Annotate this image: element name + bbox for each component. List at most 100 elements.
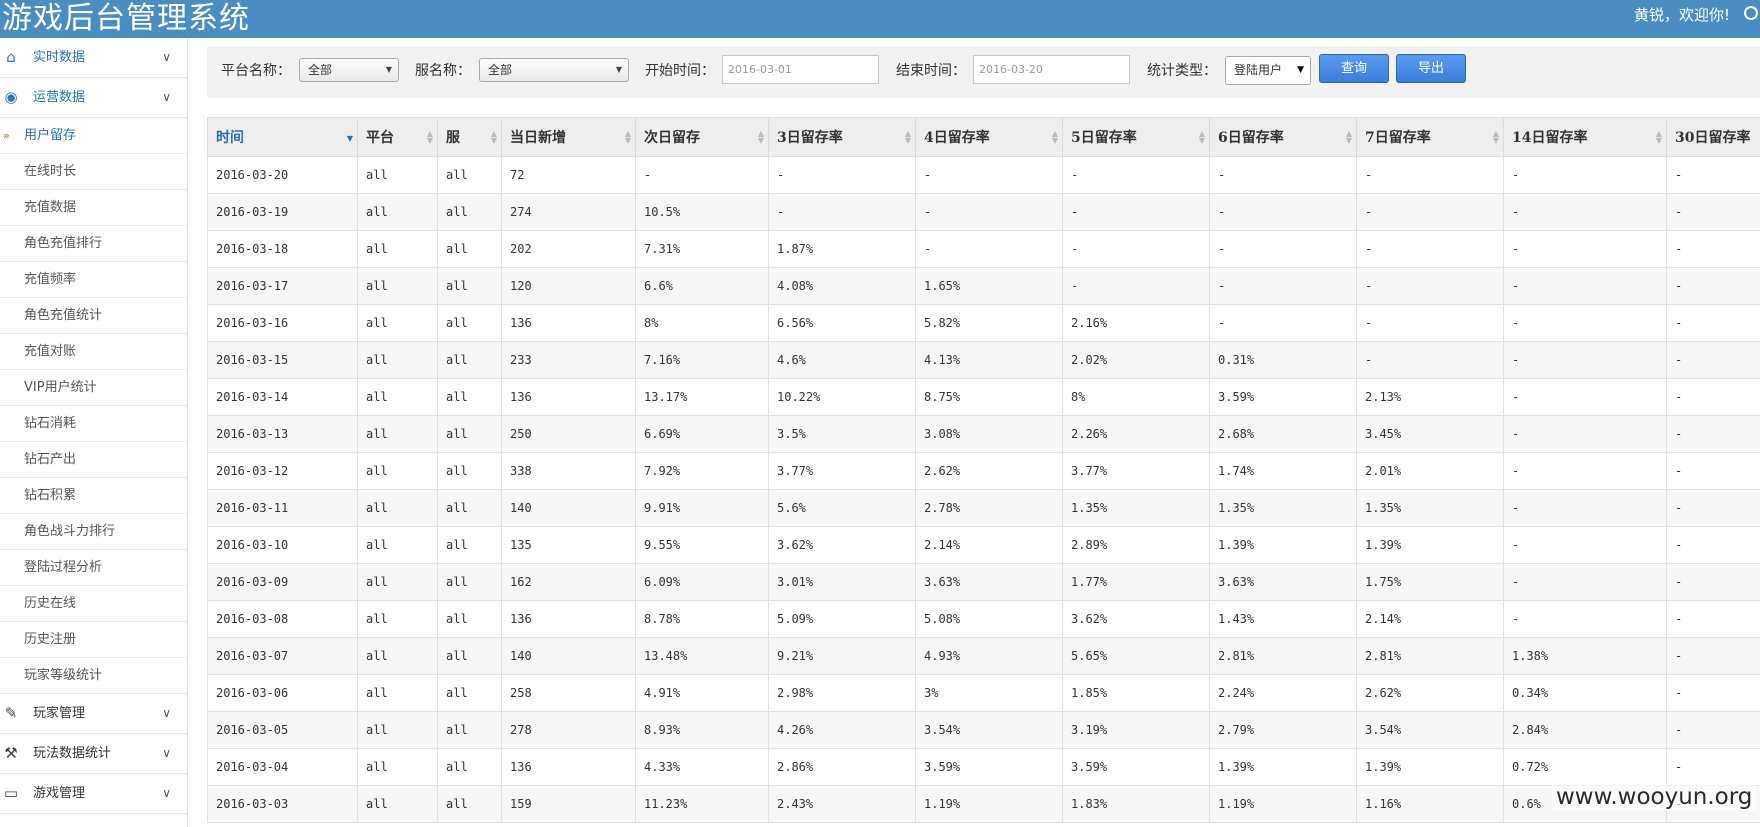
table-cell: -	[1666, 748, 1760, 786]
table-cell: 2.86%	[768, 748, 916, 786]
sidebar-item[interactable]: 充值频率	[0, 262, 187, 298]
sidebar-item[interactable]: 角色充值排行	[0, 226, 187, 262]
table-cell: all	[437, 341, 502, 379]
table-cell: -	[1209, 193, 1357, 231]
query-button[interactable]: 查询	[1319, 54, 1389, 83]
table-cell: -	[1666, 674, 1760, 712]
table-cell: 10.22%	[768, 378, 916, 416]
table-cell: 2.01%	[1356, 452, 1504, 490]
sidebar-group-players[interactable]: ✎ 玩家管理 ∨	[0, 694, 187, 734]
column-header[interactable]: 30日留存率▲▼	[1666, 117, 1760, 157]
sidebar-item[interactable]: 在线时长	[0, 154, 187, 190]
table-cell: 9.55%	[635, 526, 769, 564]
sidebar-item[interactable]: 充值数据	[0, 190, 187, 226]
sidebar-item[interactable]: 钻石积累	[0, 478, 187, 514]
table-cell: all	[357, 674, 438, 712]
column-header[interactable]: 时间 ▼	[207, 117, 358, 157]
table-cell: 1.85%	[1062, 674, 1210, 712]
table-cell: -	[1666, 489, 1760, 527]
table-cell: -	[1503, 304, 1667, 342]
table-cell: 3.77%	[768, 452, 916, 490]
column-header[interactable]: 7日留存率 ▲ ▼	[1356, 117, 1504, 157]
table-cell: -	[1666, 600, 1760, 638]
sidebar-item[interactable]: 角色战斗力排行	[0, 514, 187, 550]
table-cell: -	[768, 193, 916, 231]
table-cell: 2.26%	[1062, 415, 1210, 453]
column-header[interactable]: 当日新增 ▲ ▼	[501, 117, 636, 157]
table-cell: 2016-03-12	[207, 452, 358, 490]
platform-select[interactable]: 全部 ▼	[299, 58, 399, 82]
sidebar-item-label: VIP用户统计	[24, 380, 97, 395]
table-cell: 3.62%	[1062, 600, 1210, 638]
column-header[interactable]: 6日留存率 ▲ ▼	[1209, 117, 1357, 157]
power-icon[interactable]	[1744, 6, 1758, 20]
table-row: 2016-03-17 all all 120 6.6% 4.08% 1.65% - - - - -	[207, 267, 1760, 305]
table-row: 2016-03-20 all all 72- - - - - - - -	[207, 156, 1760, 194]
column-header[interactable]: 次日留存 ▲ ▼	[635, 117, 769, 157]
table-cell: 7.16%	[635, 341, 769, 379]
table-cell: -	[1503, 230, 1667, 268]
column-header-label: 14日留存率	[1512, 130, 1588, 146]
sort-icon: ▲ ▼	[426, 128, 433, 145]
sidebar-item[interactable]: 钻石消耗	[0, 406, 187, 442]
table-cell: 4.33%	[635, 748, 769, 786]
sidebar-item[interactable]: 角色充值统计	[0, 298, 187, 334]
column-header[interactable]: 5日留存率 ▲ ▼	[1062, 117, 1210, 157]
sidebar-item-label: 充值频率	[24, 272, 77, 287]
laptop-icon: ▭	[3, 784, 19, 802]
table-cell: 136	[501, 304, 636, 342]
sidebar-group-game-management[interactable]: ▭ 游戏管理 ∨	[0, 774, 187, 814]
table-cell: -	[1666, 230, 1760, 268]
sidebar-group-gameplay-stats[interactable]: ⚒ 玩法数据统计 ∨	[0, 734, 187, 774]
table-cell: all	[357, 156, 438, 194]
table-cell: 10.5%	[635, 193, 769, 231]
export-button[interactable]: 导出	[1396, 54, 1466, 83]
sidebar-group-realtime[interactable]: ⌂ 实时数据 ∨	[0, 38, 187, 78]
sidebar-submenu: » 用户留存 在线时长 充值数据 角色充值排行充值频率角色充值统计 充值对账 VIP用户统计…	[0, 118, 187, 694]
column-header-label: 次日留存	[644, 130, 700, 146]
table-cell: all	[357, 711, 438, 749]
table-cell: all	[437, 378, 502, 416]
table-cell: all	[357, 415, 438, 453]
sort-icon: ▲ ▼	[757, 128, 764, 145]
sidebar-item[interactable]: 登陆过程分析	[0, 550, 187, 586]
column-header[interactable]: 服 ▲ ▼	[437, 117, 502, 157]
table-cell: 5.08%	[915, 600, 1063, 638]
table-cell: 2016-03-09	[207, 563, 358, 601]
sidebar-item[interactable]: 历史在线	[0, 586, 187, 622]
sidebar-item[interactable]: 历史注册	[0, 622, 187, 658]
table-row: 2016-03-10 all all 135 9.55% 3.62% 2.14% 2.89% 1…	[207, 526, 1760, 564]
sidebar-group-label: 运营数据	[33, 90, 86, 105]
sidebar-item[interactable]: » 用户留存	[0, 118, 187, 154]
table-cell: 1.83%	[1062, 785, 1210, 823]
sidebar-item[interactable]: 钻石产出	[0, 442, 187, 478]
end-date-input[interactable]: 2016-03-20	[973, 55, 1130, 84]
table-cell: 3.77%	[1062, 452, 1210, 490]
sidebar-item[interactable]: 玩家等级统计	[0, 658, 187, 694]
table-cell: -	[1356, 156, 1504, 194]
table-cell: -	[1503, 600, 1667, 638]
table-row: 2016-03-18 all all 202 7.31% 1.87% - - - - - -	[207, 230, 1760, 268]
table-cell: 338	[501, 452, 636, 490]
table-cell: all	[437, 600, 502, 638]
table-cell: 0.72%	[1503, 748, 1667, 786]
column-header[interactable]: 3日留存率 ▲ ▼	[768, 117, 916, 157]
column-header[interactable]: 14日留存率 ▲ ▼	[1503, 117, 1667, 157]
table-cell: 8.75%	[915, 378, 1063, 416]
sidebar-item[interactable]: VIP用户统计	[0, 370, 187, 406]
table-cell: 1.39%	[1356, 526, 1504, 564]
column-header-label: 7日留存率	[1365, 130, 1431, 146]
sidebar-item-label: 钻石消耗	[24, 416, 77, 431]
table-cell: 72	[501, 156, 636, 194]
start-date-input[interactable]: 2016-03-01	[722, 55, 879, 84]
sidebar-group-operations[interactable]: ◉ 运营数据 ∨	[0, 78, 187, 118]
stat-type-select[interactable]: 登陆用户 ▼	[1225, 56, 1311, 85]
column-header[interactable]: 4日留存率 ▲ ▼	[915, 117, 1063, 157]
server-select[interactable]: 全部 ▼	[479, 58, 629, 82]
table-cell: 6.56%	[768, 304, 916, 342]
sidebar-item[interactable]: 充值对账	[0, 334, 187, 370]
retention-table: 时间 ▼ 平台 ▲ ▼ 服 ▲ ▼ 当日新增 ▲ ▼ 次日留存 ▲ ▼ 3日留存率 ▲ ▼ 4日留存率 ▲ ▼ 5日留存…	[207, 117, 1760, 823]
end-time-label: 结束时间：	[896, 63, 966, 79]
column-header[interactable]: 平台 ▲ ▼	[357, 117, 438, 157]
stat-type-select-value: 登陆用户	[1234, 63, 1283, 77]
